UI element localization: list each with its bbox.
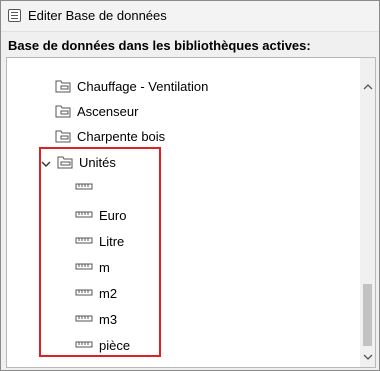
folder-icon [55, 129, 71, 143]
highlight-box [39, 147, 161, 357]
tree-item-charpente-bois[interactable]: Charpente bois [55, 125, 165, 147]
scroll-up-icon[interactable] [363, 82, 373, 92]
scroll-down-icon[interactable] [363, 352, 373, 362]
tree-item-label: Charpente bois [77, 128, 166, 144]
folder-icon [55, 79, 71, 93]
window-title: Editer Base de données [28, 8, 167, 23]
scrollbar-thumb[interactable] [363, 284, 372, 346]
edit-database-window: Editer Base de données Base de données d… [0, 0, 380, 371]
title-bar: Editer Base de données [1, 1, 379, 32]
section-label: Base de données dans les bibliothèques a… [8, 38, 311, 53]
folder-icon [55, 104, 71, 118]
vertical-scrollbar[interactable] [360, 58, 375, 367]
tree-item-ascenseur[interactable]: Ascenseur [55, 100, 138, 122]
tree-item-label: Chauffage - Ventilation [77, 78, 209, 94]
database-tree[interactable]: Chauffage - Ventilation Ascenseur Charpe… [6, 57, 376, 368]
tree-item-label: Ascenseur [77, 103, 139, 119]
tree-item-chauffage[interactable]: Chauffage - Ventilation [55, 75, 208, 97]
database-icon [8, 9, 21, 22]
